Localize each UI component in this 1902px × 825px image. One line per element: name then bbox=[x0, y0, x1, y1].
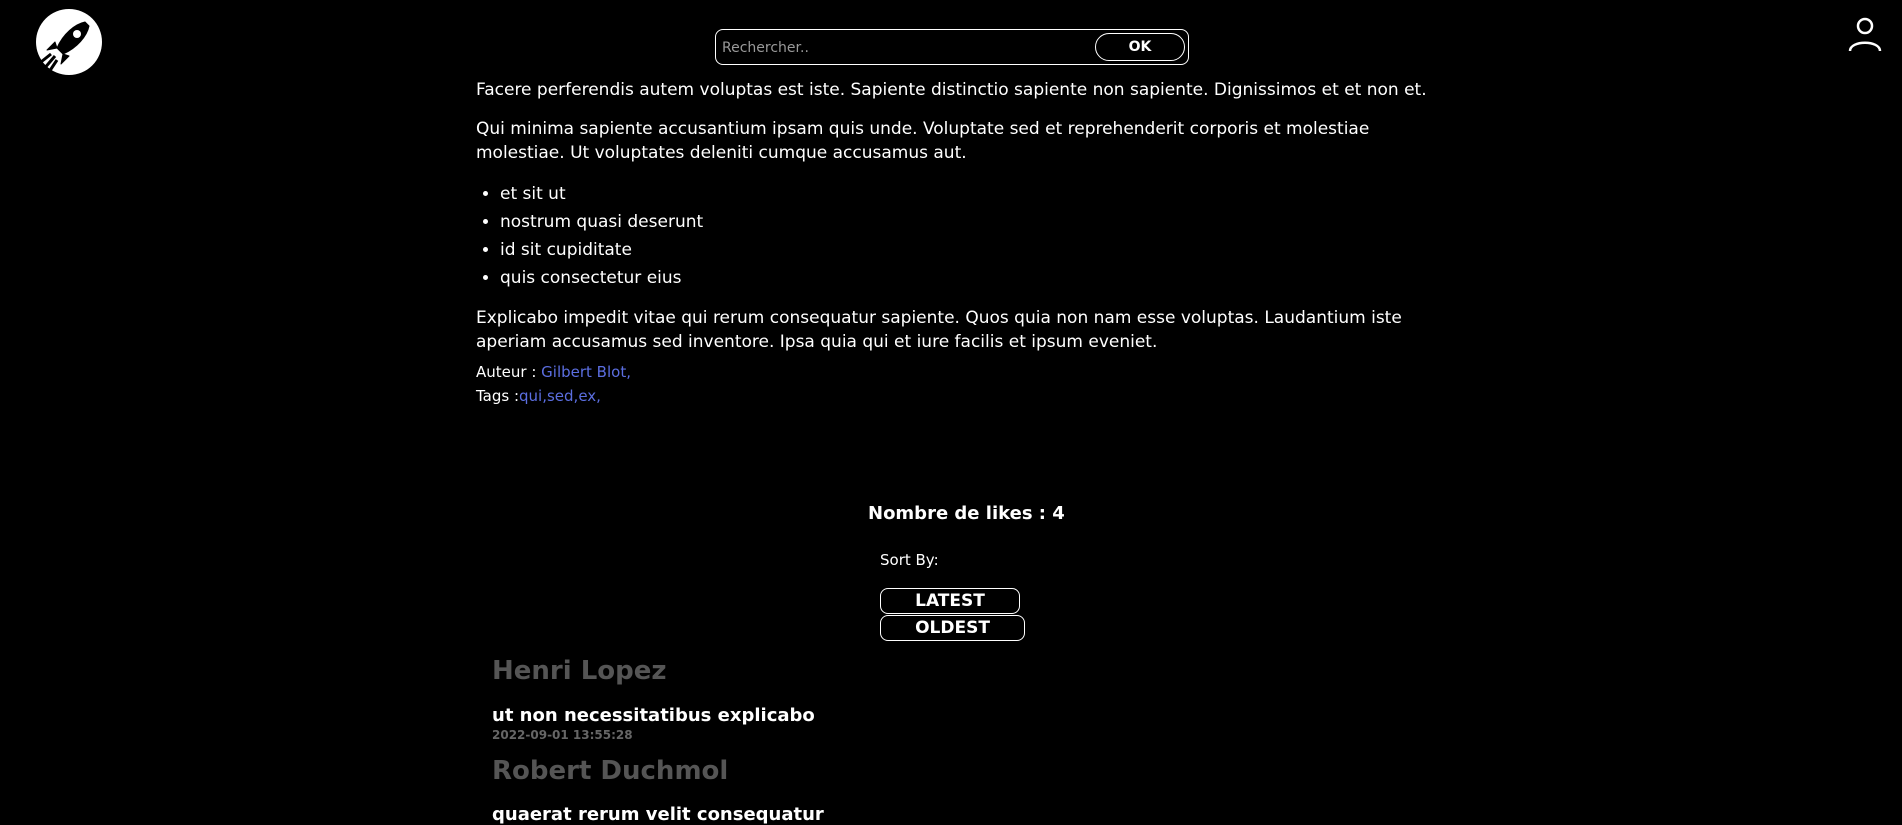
page: OK Facere perferendis autem voluptas est… bbox=[0, 0, 1902, 825]
list-item: id sit cupiditate bbox=[500, 238, 703, 266]
article-paragraph: Qui minima sapiente accusantium ipsam qu… bbox=[476, 119, 1370, 163]
list-item: et sit ut bbox=[500, 182, 703, 210]
rocket-logo-icon[interactable] bbox=[35, 8, 103, 76]
article-author: Auteur : Gilbert Blot, bbox=[476, 362, 631, 382]
sort-label: Sort By: bbox=[880, 551, 939, 569]
comment-date: 2022-09-01 13:55:28 bbox=[492, 728, 633, 742]
user-icon[interactable] bbox=[1847, 16, 1883, 52]
likes-count: Nombre de likes : 4 bbox=[868, 503, 1065, 524]
article-tags: Tags :qui,sed,ex, bbox=[476, 386, 601, 406]
article-bullet-list: et sit ut nostrum quasi deserunt id sit … bbox=[476, 182, 703, 294]
author-label: Auteur : bbox=[476, 363, 542, 381]
sort-latest-button[interactable]: LATEST bbox=[880, 588, 1020, 614]
author-link[interactable]: Gilbert Blot, bbox=[541, 363, 631, 381]
comment-author: Henri Lopez bbox=[492, 656, 667, 686]
list-item: nostrum quasi deserunt bbox=[500, 210, 703, 238]
article-paragraph: Explicabo impedit vitae qui rerum conseq… bbox=[476, 308, 1402, 352]
comment-author: Robert Duchmol bbox=[492, 756, 729, 786]
list-item: quis consectetur eius bbox=[500, 266, 703, 294]
search-input[interactable] bbox=[720, 35, 1094, 61]
tags-link[interactable]: qui,sed,ex, bbox=[519, 387, 601, 405]
comment-text: ut non necessitatibus explicabo bbox=[492, 705, 815, 726]
article-paragraph-partial: Facere perferendis autem voluptas est is… bbox=[476, 80, 1427, 100]
sort-oldest-button[interactable]: OLDEST bbox=[880, 615, 1025, 641]
search-ok-button[interactable]: OK bbox=[1095, 33, 1185, 61]
comment-text: quaerat rerum velit consequatur bbox=[492, 804, 824, 825]
tags-label: Tags : bbox=[476, 387, 520, 405]
search-bar: OK bbox=[715, 29, 1189, 65]
